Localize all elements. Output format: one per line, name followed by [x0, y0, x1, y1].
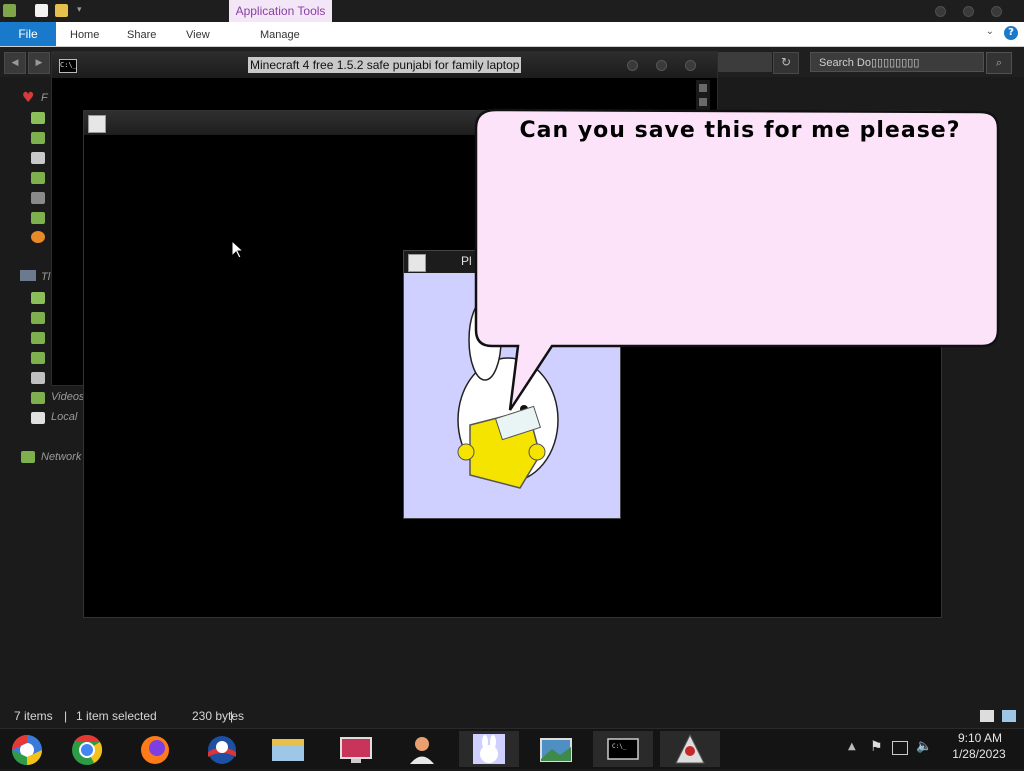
monitor-icon[interactable] — [325, 731, 385, 767]
file-explorer-icon[interactable] — [258, 731, 318, 767]
java-icon[interactable] — [660, 731, 720, 767]
obama-logo-icon[interactable] — [191, 731, 251, 767]
photo-viewer-icon[interactable] — [526, 731, 586, 767]
chrome-os-icon[interactable] — [0, 731, 60, 767]
firefox-icon[interactable] — [124, 731, 184, 767]
network-icon[interactable] — [892, 741, 908, 755]
speech-bubble-shape — [474, 108, 1000, 411]
bunny-icon[interactable] — [459, 731, 519, 767]
volume-icon[interactable]: 🔈 — [916, 739, 932, 754]
taskbar: C:\_ ▲ ⚑ 🔈 — [0, 728, 1024, 769]
chrome-icon[interactable] — [57, 731, 117, 767]
console-icon[interactable]: C:\_ — [593, 731, 653, 767]
action-center-flag-icon[interactable]: ⚑ — [870, 739, 883, 755]
person-icon[interactable] — [392, 731, 452, 767]
mouse-cursor-icon — [231, 240, 245, 259]
speech-bubble-artwork — [457, 108, 1000, 489]
svg-text:C:\_: C:\_ — [612, 743, 627, 750]
speech-bubble-text: Can you save this for me please? — [519, 118, 961, 143]
clock-date[interactable]: 1/28/2023 — [946, 747, 1012, 761]
show-hidden-icons-icon[interactable]: ▲ — [848, 741, 856, 752]
clock-time[interactable]: 9:10 AM — [954, 731, 1006, 745]
